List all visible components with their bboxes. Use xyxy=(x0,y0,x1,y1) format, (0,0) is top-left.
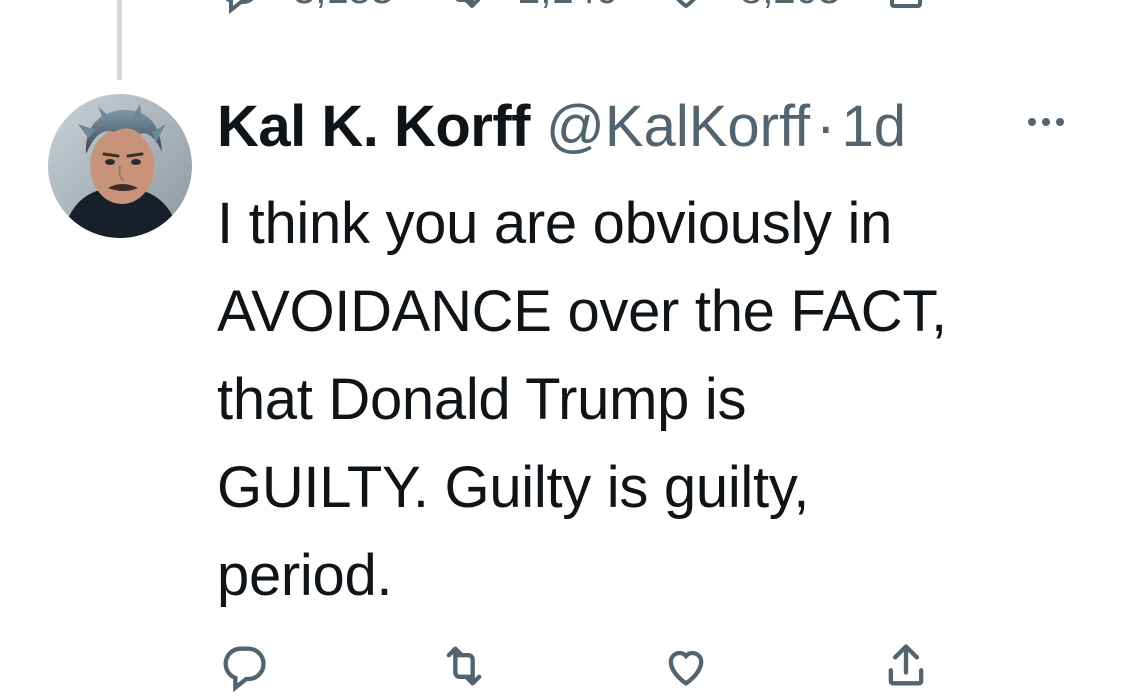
previous-share-button[interactable] xyxy=(882,0,930,14)
previous-reply-button[interactable]: 3,153 xyxy=(215,0,393,14)
share-icon xyxy=(890,0,922,8)
profile-photo xyxy=(48,94,192,238)
reply-icon xyxy=(223,646,266,692)
tweet-timestamp[interactable]: 1d xyxy=(841,92,906,162)
previous-like-count: 8,203 xyxy=(740,0,840,13)
more-options-button[interactable] xyxy=(1028,118,1064,126)
previous-reply-count: 3,153 xyxy=(293,0,393,13)
previous-retweet-button[interactable]: 2,140 xyxy=(440,0,618,14)
header-separator: · xyxy=(816,94,836,159)
author-display-name[interactable]: Kal K. Korff xyxy=(217,92,531,162)
retweet-icon xyxy=(456,0,480,8)
retweet-icon xyxy=(446,646,482,686)
like-button[interactable] xyxy=(660,640,712,692)
like-icon xyxy=(676,0,696,9)
tweet-body-text: I think you are obviously in AVOIDANCE o… xyxy=(217,191,947,608)
more-dots-icon xyxy=(1028,118,1036,126)
previous-like-button[interactable]: 8,203 xyxy=(662,0,840,14)
tweet-header: Kal K. Korff @KalKorff · 1d xyxy=(217,92,906,162)
share-icon xyxy=(888,644,924,686)
tweet-action-bar xyxy=(0,640,1125,700)
reply-button[interactable] xyxy=(218,640,270,692)
previous-tweet-action-bar: 3,153 2,140 8,203 xyxy=(0,0,1125,16)
reply-icon xyxy=(225,0,254,14)
author-handle[interactable]: @KalKorff xyxy=(546,92,810,162)
avatar[interactable] xyxy=(48,94,192,238)
share-button[interactable] xyxy=(880,640,932,692)
previous-retweet-count: 2,140 xyxy=(518,0,618,13)
retweet-button[interactable] xyxy=(438,640,490,692)
like-icon xyxy=(668,650,704,686)
